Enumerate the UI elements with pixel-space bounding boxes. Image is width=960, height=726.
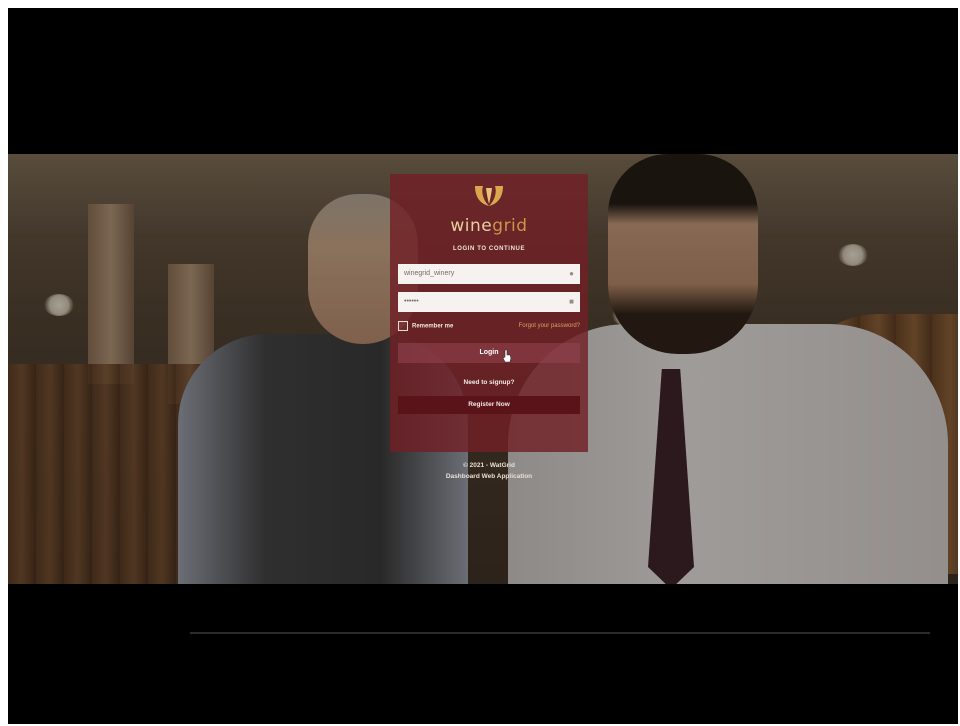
username-value: winegrid_winery [404,270,455,277]
video-progress-line [190,632,930,634]
winegrid-logo-icon [475,186,503,206]
register-button[interactable]: Register Now [398,396,580,414]
brand-name: winegrid [390,216,588,236]
username-field[interactable]: winegrid_winery ● [398,264,580,284]
footer: © 2021 - WatGrid Dashboard Web Applicati… [390,460,588,482]
brand-name-wine: wine [450,216,493,236]
user-icon: ● [569,269,574,278]
hand-cursor-icon [502,349,512,363]
brand-name-grid: grid [492,216,528,236]
password-value: •••••• [404,298,419,305]
login-button[interactable]: Login [398,343,580,363]
background-photo: winegrid LOGIN TO CONTINUE winegrid_wine… [8,154,958,584]
login-button-label: Login [479,349,499,356]
remember-checkbox[interactable] [398,321,408,331]
signup-prompt: Need to signup? [463,379,515,386]
remember-me[interactable]: Remember me [398,321,453,331]
lock-icon: ■ [569,297,574,306]
video-frame: winegrid LOGIN TO CONTINUE winegrid_wine… [8,8,958,724]
password-field[interactable]: •••••• ■ [398,292,580,312]
remember-label: Remember me [412,323,454,330]
login-panel: winegrid LOGIN TO CONTINUE winegrid_wine… [390,174,588,452]
footer-copyright: © 2021 - WatGrid [463,462,515,469]
login-subtitle: LOGIN TO CONTINUE [452,246,526,252]
footer-app-name: Dashboard Web Application [445,473,533,480]
forgot-password-link[interactable]: Forgot your password? [519,323,580,329]
remember-row: Remember me Forgot your password? [398,321,580,331]
